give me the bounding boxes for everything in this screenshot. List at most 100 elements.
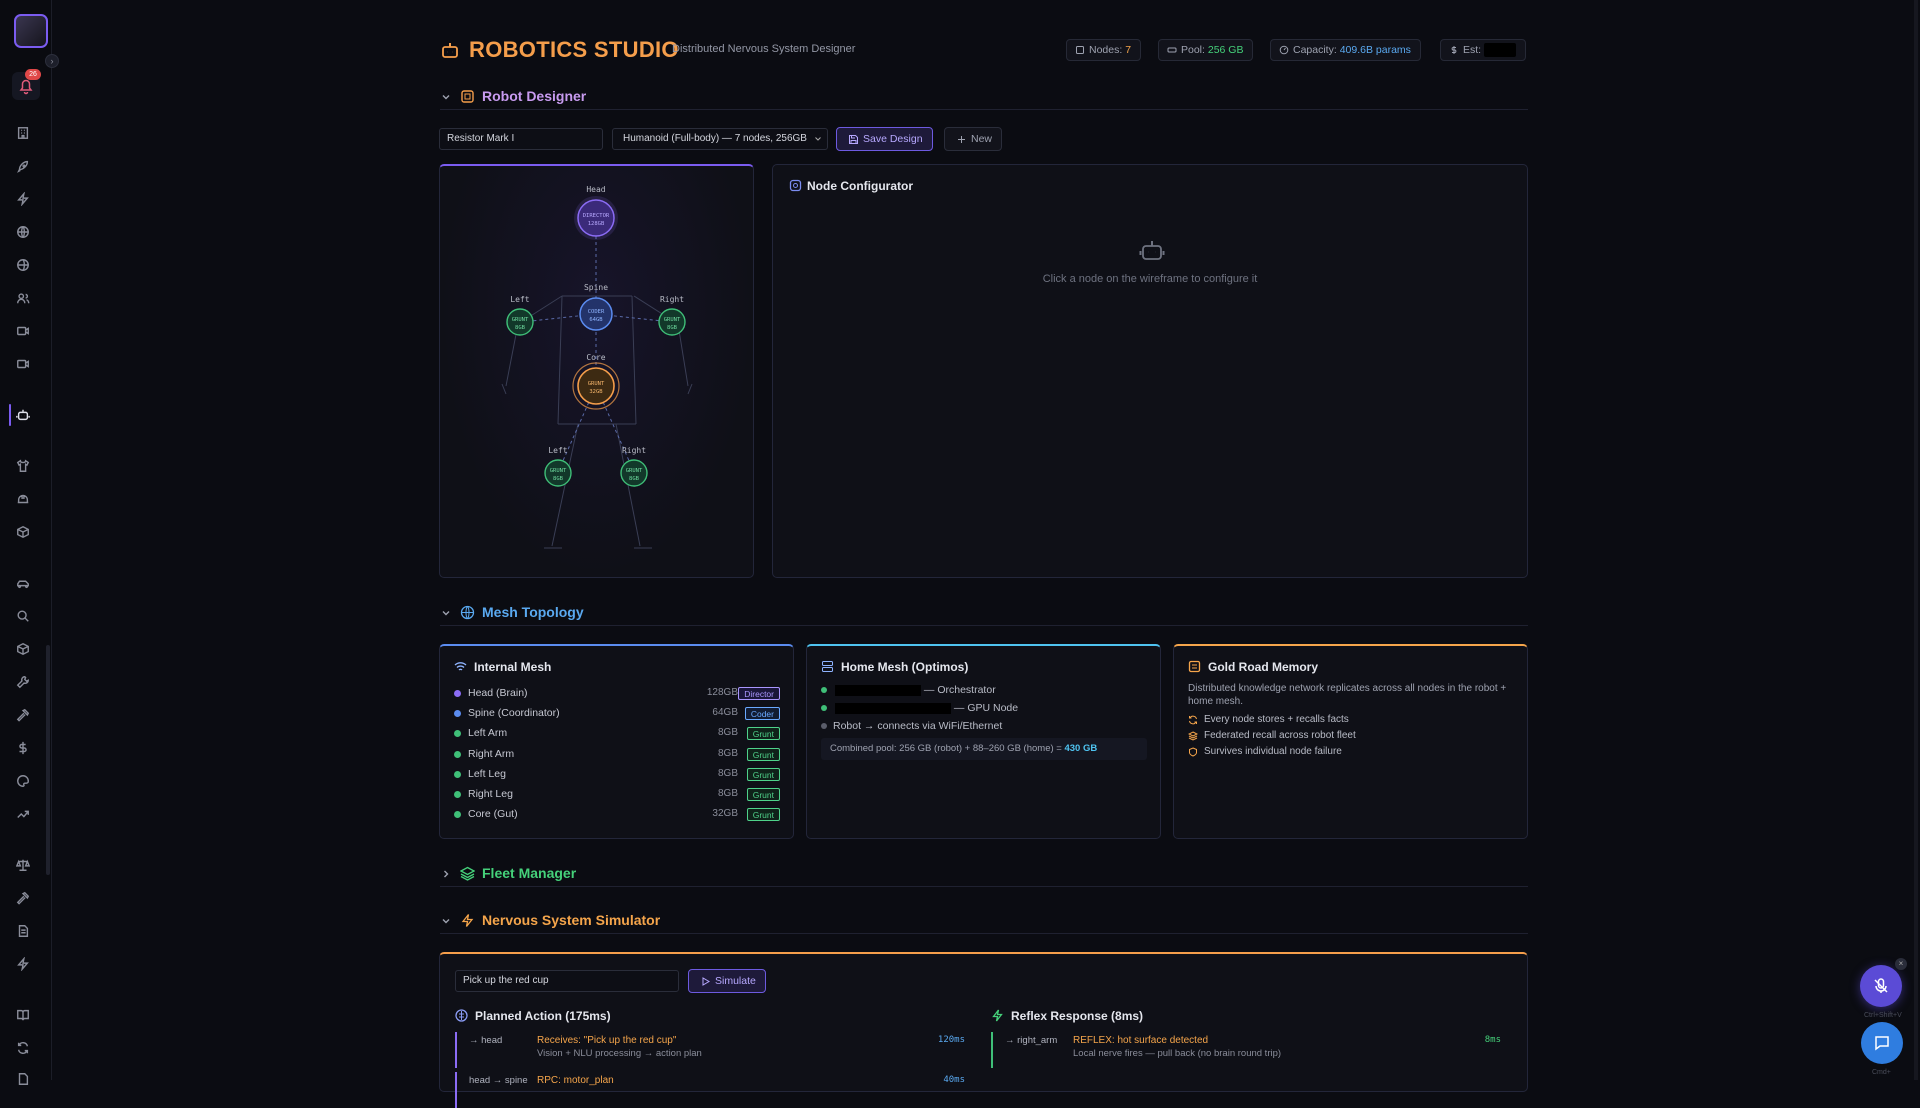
section-mesh-topology[interactable]: Mesh Topology <box>440 602 1528 626</box>
refresh-icon <box>1189 715 1197 725</box>
app-logo[interactable] <box>14 14 48 48</box>
svg-text:32GB: 32GB <box>589 389 603 395</box>
role-badge: Grunt <box>746 788 780 801</box>
sidebar-hammer[interactable] <box>12 887 34 909</box>
simulate-button[interactable]: Simulate <box>688 969 766 993</box>
home-mesh-orchestrator: — Orchestrator <box>821 683 996 697</box>
sidebar-search[interactable] <box>12 605 34 627</box>
sidebar-tools[interactable] <box>12 671 34 693</box>
mesh-node-row: Head (Brain) 128GB Director <box>454 684 780 702</box>
mesh-node-row: Spine (Coordinator) 64GB Coder <box>454 704 780 722</box>
sidebar-design[interactable] <box>12 770 34 792</box>
dollar-icon <box>1451 46 1457 54</box>
robot-name-input[interactable]: Resistor Mark I <box>439 128 603 150</box>
command-input[interactable]: Pick up the red cup <box>455 970 679 992</box>
gold-description: Distributed knowledge network replicates… <box>1188 683 1507 707</box>
section-fleet-manager[interactable]: Fleet Manager <box>440 863 1528 887</box>
chevron-down-icon <box>442 95 450 100</box>
save-icon <box>849 135 858 144</box>
chat-icon <box>1875 1036 1889 1051</box>
planned-step: head → spine RPC: motor_plan 40ms <box>455 1072 965 1108</box>
sidebar-hardhat[interactable] <box>12 488 34 510</box>
rocket-icon <box>17 160 29 173</box>
car-icon <box>17 580 29 588</box>
redacted-hostname <box>835 684 921 696</box>
body-type-select[interactable]: Humanoid (Full-body) — 7 nodes, 256GB <box>612 128 828 150</box>
new-design-button[interactable]: New <box>944 127 1003 151</box>
chevron-right-icon <box>444 870 449 878</box>
planned-action-title: Planned Action (175ms) <box>455 1009 611 1023</box>
sidebar-vehicles[interactable] <box>12 572 34 594</box>
document-icon <box>18 1073 29 1085</box>
sidebar-camera[interactable] <box>12 353 34 375</box>
node-name: Spine (Coordinator) <box>468 707 560 720</box>
section-nervous-system[interactable]: Nervous System Simulator <box>440 910 1528 934</box>
video-icon <box>17 359 29 369</box>
robot-icon <box>442 43 458 58</box>
sidebar-library[interactable] <box>12 1004 34 1026</box>
brain-icon <box>455 1009 468 1022</box>
voice-input-button[interactable] <box>1860 965 1902 1007</box>
card-title: Gold Road Memory <box>1188 660 1318 674</box>
wireframe-node-core[interactable]: Core GRUNT 32GB <box>572 353 620 410</box>
chat-button[interactable] <box>1861 1022 1903 1064</box>
active-indicator <box>9 404 11 426</box>
role-badge: Coder <box>744 707 780 721</box>
role-badge: Grunt <box>746 727 780 741</box>
svg-text:DIRECTOR: DIRECTOR <box>583 213 610 219</box>
sidebar-globe[interactable] <box>12 221 34 243</box>
status-dot <box>454 730 461 738</box>
close-voice-button[interactable]: × <box>1895 958 1907 970</box>
wireframe-node-right-arm[interactable]: Right GRUNT 8GB <box>658 295 686 336</box>
building-icon <box>17 127 29 139</box>
sidebar-more[interactable] <box>12 1068 34 1090</box>
sidebar-analytics[interactable] <box>12 803 34 825</box>
mesh-node-row: Right Arm 8GB Grunt <box>454 745 780 763</box>
sidebar-docs[interactable] <box>12 920 34 942</box>
sidebar-users[interactable] <box>12 287 34 309</box>
node-name: Left Arm <box>468 727 508 740</box>
node-name: Head (Brain) <box>468 687 528 699</box>
sidebar-legal[interactable] <box>12 854 34 876</box>
play-icon <box>702 977 710 986</box>
sidebar-apparel[interactable] <box>12 455 34 477</box>
sidebar-build[interactable] <box>12 704 34 726</box>
card-title: Home Mesh (Optimos) <box>821 660 968 674</box>
sidebar-energy[interactable] <box>12 953 34 975</box>
section-robot-designer[interactable]: Robot Designer <box>440 86 1528 110</box>
wireframe-node-left-leg[interactable]: Left GRUNT 8GB <box>544 446 572 487</box>
chat-shortcut-hint: Cmd+ <box>1872 1069 1891 1076</box>
sidebar-scrollbar[interactable] <box>46 645 50 875</box>
collapse-sidebar-button[interactable]: › <box>45 54 59 68</box>
sidebar-network[interactable] <box>12 254 34 276</box>
node-size: 8GB <box>717 727 738 739</box>
sidebar-sync[interactable] <box>12 1037 34 1059</box>
dollar-icon <box>19 741 27 755</box>
save-design-button[interactable]: Save Design <box>836 127 933 151</box>
sidebar-dashboard[interactable] <box>12 122 34 144</box>
svg-text:8GB: 8GB <box>629 476 640 482</box>
role-badge: Director <box>738 687 780 700</box>
sidebar-launch[interactable] <box>12 155 34 177</box>
node-name: Core (Gut) <box>468 808 518 821</box>
search-icon <box>17 610 29 622</box>
home-mesh-robot: Robot → connects via WiFi/Ethernet <box>821 719 1002 733</box>
sidebar-power[interactable] <box>12 188 34 210</box>
lightning-icon <box>17 957 29 971</box>
box-icon <box>17 525 29 539</box>
wireframe-node-spine[interactable]: Spine CODER 64GB <box>579 283 613 331</box>
node-size: 8GB <box>717 747 738 759</box>
sidebar-packages[interactable] <box>12 521 34 543</box>
page-scrollbar[interactable] <box>1914 0 1918 1080</box>
wireframe-node-head[interactable]: Head DIRECTOR 128GB <box>574 185 618 240</box>
svg-text:Core: Core <box>586 353 605 362</box>
wireframe-node-right-leg[interactable]: Right GRUNT 8GB <box>620 446 648 487</box>
sidebar-billing[interactable] <box>12 737 34 759</box>
sidebar-video[interactable] <box>12 320 34 342</box>
sidebar-robotics[interactable] <box>12 404 34 426</box>
wireframe-node-left-arm[interactable]: Left GRUNT 8GB <box>506 295 534 336</box>
stat-nodes: Nodes: 7 <box>1066 39 1142 61</box>
mesh-node-row: Core (Gut) 32GB Grunt <box>454 805 780 823</box>
sidebar-modules[interactable] <box>12 638 34 660</box>
scale-icon <box>16 859 30 871</box>
